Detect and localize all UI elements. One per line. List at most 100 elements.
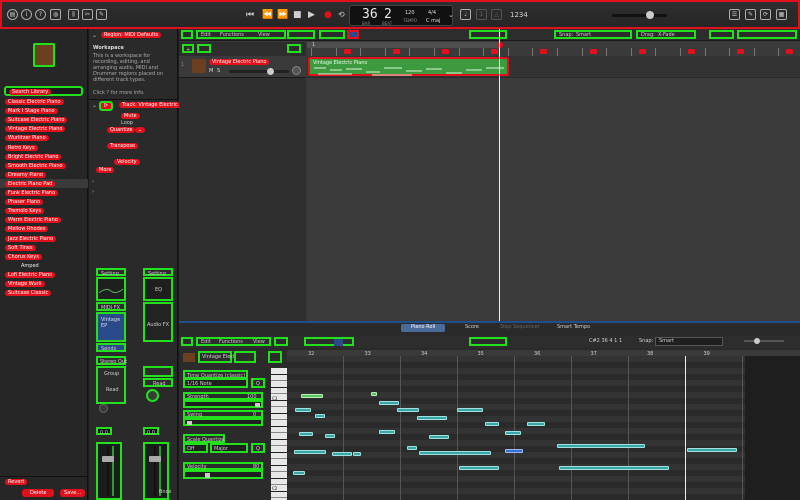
arrange-area[interactable]: Vintage Electric Piano <box>307 29 800 321</box>
more-button[interactable]: More <box>96 167 115 173</box>
scale-quantize-button[interactable]: Q <box>251 443 265 453</box>
lcd-display[interactable]: 36 2 BAR BEAT 120 TEMPO 4/4 C maj <box>349 5 453 26</box>
catch-playhead-button[interactable] <box>347 30 359 39</box>
track-pan-knob[interactable] <box>292 66 301 75</box>
stop-icon[interactable]: ■ <box>293 9 302 21</box>
editor-zoom[interactable] <box>469 337 507 346</box>
view-toggle-group[interactable] <box>287 30 315 39</box>
editor-tab[interactable]: Score <box>455 324 489 332</box>
library-item[interactable]: Phaser Piano <box>5 199 44 206</box>
rewind-icon[interactable]: ⏮ <box>246 9 254 21</box>
library-item[interactable]: Warm Electric Piano <box>5 217 61 224</box>
tuner-icon[interactable]: ♩ <box>460 9 471 20</box>
midi-fx-slot[interactable]: MIDI FX <box>96 302 126 311</box>
drag-selector[interactable]: Drag: X-Fade <box>636 30 696 39</box>
inspector-close-button[interactable] <box>268 351 282 363</box>
smart-controls-icon[interactable]: ◍ <box>50 9 61 20</box>
audio-fx-slot[interactable]: Audio FX <box>143 302 173 342</box>
library-item[interactable]: Classic Electric Piano <box>5 99 64 105</box>
save-button[interactable]: Save... <box>60 489 86 497</box>
editor-tab[interactable]: Smart Tempo <box>547 324 600 332</box>
play-icon[interactable]: ▶ <box>308 9 315 21</box>
pan-knob[interactable] <box>99 404 108 413</box>
global-tracks-button[interactable] <box>287 44 301 53</box>
swing-slider[interactable] <box>183 418 263 426</box>
lcd-mode-chevron-icon[interactable]: ⌄ <box>448 9 454 21</box>
piano-keyboard[interactable]: C3 C2 <box>271 368 287 500</box>
scale-root-selector[interactable]: Off <box>183 443 208 453</box>
scale-type-selector[interactable]: Major <box>210 443 248 453</box>
track-solo-button[interactable]: S <box>217 68 220 74</box>
playhead-marker[interactable] <box>497 42 503 48</box>
horizontal-zoom[interactable] <box>469 30 507 39</box>
library-item[interactable]: Funk Electric Piano <box>5 190 59 196</box>
setting-button[interactable]: Setting <box>96 268 126 277</box>
library-item[interactable]: Tremolo Keys <box>5 208 44 215</box>
midi-in-button[interactable] <box>274 337 288 346</box>
track-disclosure-icon[interactable]: ⌄ <box>92 102 97 109</box>
strength-slider[interactable] <box>183 400 263 408</box>
tracks-nav-button[interactable] <box>181 30 193 39</box>
library-item[interactable]: Mark I Stage Piano <box>5 108 58 115</box>
instrument-slot[interactable]: Vintage EP <box>96 312 126 342</box>
track-disclosure2-icon[interactable]: › <box>92 189 94 195</box>
tool-menu[interactable] <box>319 30 345 39</box>
count-in-icon[interactable]: 1 <box>476 9 487 20</box>
time-quantize-selector[interactable]: 1/16 Note <box>183 378 248 388</box>
library-item[interactable]: Electric Piano Pad <box>5 180 56 187</box>
library-search-field[interactable]: Search Library <box>4 86 83 96</box>
record-icon[interactable]: ● <box>324 9 332 21</box>
eq-display[interactable] <box>96 277 126 301</box>
library-item[interactable]: Chorus Keys <box>5 253 42 260</box>
tracks-view-menu[interactable]: View <box>258 32 270 38</box>
eq-display-right[interactable]: EQ <box>143 277 173 301</box>
midi-region[interactable]: Vintage Electric Piano <box>308 57 509 76</box>
cycle-icon[interactable]: ⟲ <box>338 9 345 21</box>
waveform-zoom[interactable] <box>709 30 734 39</box>
track-edit-button[interactable]: ᐅ <box>99 101 113 111</box>
library-item[interactable]: Retro Keys <box>5 144 38 151</box>
loop-browser-icon[interactable]: ⟳ <box>760 9 771 20</box>
metronome-icon[interactable]: △ <box>491 9 502 20</box>
library-item[interactable]: Wurlitzer Piano <box>5 135 49 142</box>
automation-group[interactable]: Group Read <box>96 366 126 404</box>
output-selector[interactable]: Stereo Out <box>96 356 127 365</box>
editor-nav-button[interactable] <box>181 337 193 346</box>
track-header-options[interactable] <box>197 44 211 53</box>
pan-knob-right[interactable] <box>146 389 159 402</box>
inspector-icon[interactable]: i <box>21 9 32 20</box>
snap-selector[interactable]: Snap: Smart <box>554 30 632 39</box>
group-right[interactable] <box>143 366 173 377</box>
master-volume-slider[interactable] <box>612 11 667 19</box>
note-pad-icon[interactable]: ✎ <box>745 9 756 20</box>
editor-vertical-zoom[interactable] <box>744 338 784 344</box>
track-volume-slider[interactable] <box>229 68 289 75</box>
library-item[interactable]: Lofi Electric Piano <box>5 271 56 278</box>
region-type-toggle[interactable] <box>234 351 256 363</box>
volume-fader[interactable] <box>96 442 122 500</box>
editor-snap-selector[interactable]: Smart <box>655 337 723 346</box>
forward-icon[interactable]: ⏩ <box>277 9 288 21</box>
setting-button-right[interactable]: Setting <box>143 268 173 277</box>
library-item[interactable]: Dreamy Piano <box>5 171 46 178</box>
library-item[interactable]: Vintage Wurli <box>5 281 45 287</box>
mixer-icon[interactable]: ⫼ <box>68 9 79 20</box>
tracks-edit-menu[interactable]: Edit <box>201 32 211 38</box>
volume-fader-right[interactable]: Bnce <box>143 442 171 500</box>
track-mute-button[interactable]: M <box>209 68 213 74</box>
editor-view-menu[interactable]: View <box>253 339 265 345</box>
library-icon[interactable]: ▤ <box>7 9 18 20</box>
library-item[interactable]: Suitcase Classic <box>5 290 52 297</box>
help-icon[interactable]: ? <box>35 9 46 20</box>
scissors-icon[interactable]: ✎ <box>96 9 107 20</box>
quantize-value[interactable]: ⌄ <box>135 127 146 133</box>
track-header[interactable]: 1 Vintage Electric Piano M S <box>179 56 306 78</box>
editor-tool-group[interactable] <box>304 337 354 346</box>
editors-icon[interactable]: ✂ <box>82 9 93 20</box>
velocity-slider[interactable] <box>183 470 263 479</box>
quantize-button[interactable]: Q <box>251 378 265 388</box>
library-item[interactable]: Vintage Electric Piano <box>5 126 66 133</box>
revert-button[interactable]: Revert <box>5 479 28 485</box>
back-icon[interactable]: ⏪ <box>262 9 273 21</box>
tracks-functions-menu[interactable]: Functions <box>220 32 244 38</box>
